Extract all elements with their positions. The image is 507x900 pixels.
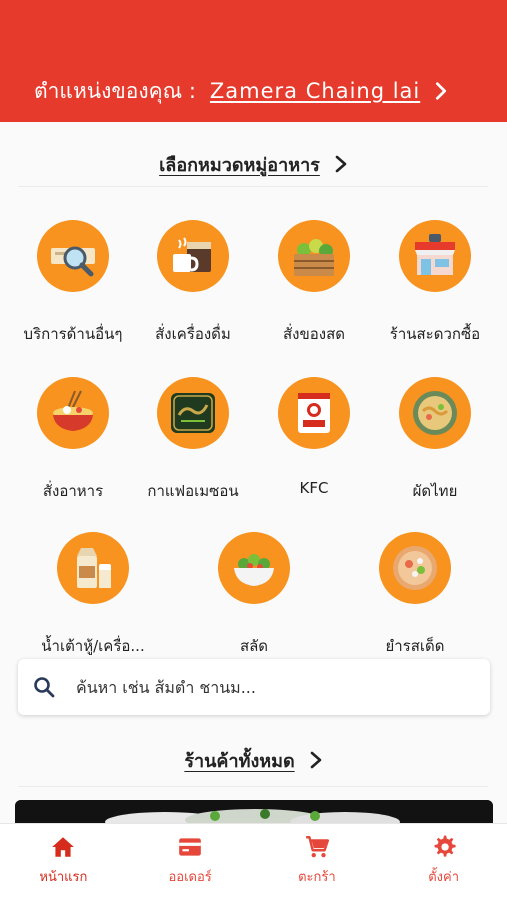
chevron-right-icon[interactable] bbox=[334, 155, 348, 173]
category-icon-circle bbox=[379, 532, 451, 604]
category-icon-circle bbox=[37, 220, 109, 292]
category-section-header[interactable]: เลือกหมวดหมู่อาหาร bbox=[0, 150, 507, 178]
tab-label: ตะกร้า bbox=[298, 870, 336, 885]
category-soy-milk[interactable]: น้ำเต้าหู้/เครื่อ... bbox=[33, 532, 153, 658]
category-label: สั่งอาหาร bbox=[42, 482, 104, 500]
salad-bowl-icon bbox=[234, 554, 274, 586]
stores-section-title[interactable]: ร้านค้าทั้งหมด bbox=[184, 746, 294, 775]
home-icon bbox=[52, 837, 75, 857]
category-label: สลัด bbox=[239, 637, 269, 655]
divider bbox=[18, 186, 488, 187]
category-icon-circle bbox=[399, 220, 471, 292]
category-label: KFC bbox=[299, 479, 329, 497]
category-label: ร้านสะดวกซื้อ bbox=[389, 325, 481, 343]
location-label: ตำแหน่งของคุณ : bbox=[34, 78, 196, 103]
category-icon-circle bbox=[57, 532, 129, 604]
category-convenience-store[interactable]: ร้านสะดวกซื้อ bbox=[375, 220, 495, 346]
category-label: สั่งเครื่องดื่ม bbox=[155, 325, 231, 343]
category-label: บริการด้านอื่นๆ bbox=[23, 325, 123, 343]
category-amazon-coffee[interactable]: กาแฟอเมซอน bbox=[133, 377, 253, 503]
soy-milk-icon bbox=[77, 548, 111, 588]
category-label: ยำรสเด็ด bbox=[385, 637, 445, 655]
category-drinks[interactable]: สั่งเครื่องดื่ม bbox=[133, 220, 253, 346]
tab-label: ออเดอร์ bbox=[168, 870, 212, 885]
category-icon-circle bbox=[157, 377, 229, 449]
amazon-coffee-logo-icon bbox=[171, 393, 215, 433]
search-input[interactable] bbox=[76, 677, 456, 697]
category-icon-circle bbox=[37, 377, 109, 449]
salad-photo-image bbox=[15, 800, 493, 824]
category-icon-circle bbox=[278, 220, 350, 292]
location-value[interactable]: Zamera Chaing lai bbox=[210, 79, 420, 103]
tab-orders[interactable]: ออเดอร์ bbox=[127, 824, 254, 900]
divider bbox=[18, 786, 488, 787]
vegetable-crate-icon bbox=[294, 239, 334, 276]
store-banner-image[interactable] bbox=[15, 800, 493, 824]
bottom-tab-bar: หน้าแรก ออเดอร์ ตะกร้า ตั้งค่า bbox=[0, 823, 507, 900]
category-pad-thai[interactable]: ผัดไทย bbox=[375, 377, 495, 503]
category-kfc[interactable]: KFC bbox=[254, 377, 374, 497]
location-selector[interactable]: ตำแหน่งของคุณ : Zamera Chaing lai bbox=[34, 74, 452, 108]
stores-section-header[interactable]: ร้านค้าทั้งหมด bbox=[0, 746, 507, 774]
receipt-icon bbox=[179, 838, 201, 856]
category-spicy-salad[interactable]: ยำรสเด็ด bbox=[355, 532, 475, 658]
tab-cart[interactable]: ตะกร้า bbox=[254, 824, 381, 900]
tab-label: ตั้งค่า bbox=[428, 870, 460, 885]
spicy-salad-plate-icon bbox=[393, 546, 437, 590]
tab-label: หน้าแรก bbox=[39, 870, 88, 885]
chevron-right-icon[interactable] bbox=[430, 80, 452, 102]
category-icon-circle bbox=[218, 532, 290, 604]
category-salad[interactable]: สลัด bbox=[194, 532, 314, 658]
category-section-title[interactable]: เลือกหมวดหมู่อาหาร bbox=[159, 150, 320, 179]
search-icon[interactable] bbox=[32, 675, 56, 699]
category-other-services[interactable]: บริการด้านอื่นๆ bbox=[13, 220, 133, 346]
category-fresh-groceries[interactable]: สั่งของสด bbox=[254, 220, 374, 346]
category-label: ผัดไทย bbox=[412, 482, 458, 500]
gear-icon bbox=[434, 835, 456, 857]
store-front-icon bbox=[415, 234, 455, 275]
category-label: น้ำเต้าหู้/เครื่อ... bbox=[41, 637, 145, 655]
category-icon-circle bbox=[399, 377, 471, 449]
category-label: กาแฟอเมซอน bbox=[147, 482, 239, 500]
drink-cup-icon bbox=[173, 237, 211, 272]
noodle-bowl-icon bbox=[53, 390, 93, 431]
tab-settings[interactable]: ตั้งค่า bbox=[380, 824, 507, 900]
category-icon-circle bbox=[278, 377, 350, 449]
search-bar[interactable] bbox=[18, 659, 490, 715]
chevron-right-icon[interactable] bbox=[309, 751, 323, 769]
pad-thai-plate-icon bbox=[413, 391, 457, 435]
category-food-order[interactable]: สั่งอาหาร bbox=[13, 377, 133, 503]
category-icon-circle bbox=[157, 220, 229, 292]
search-doc-icon bbox=[51, 246, 95, 277]
kfc-logo-icon bbox=[298, 393, 330, 433]
category-label: สั่งของสด bbox=[283, 325, 345, 343]
cart-icon bbox=[306, 836, 329, 858]
tab-home[interactable]: หน้าแรก bbox=[0, 824, 127, 900]
app-header: ตำแหน่งของคุณ : Zamera Chaing lai bbox=[0, 0, 507, 122]
